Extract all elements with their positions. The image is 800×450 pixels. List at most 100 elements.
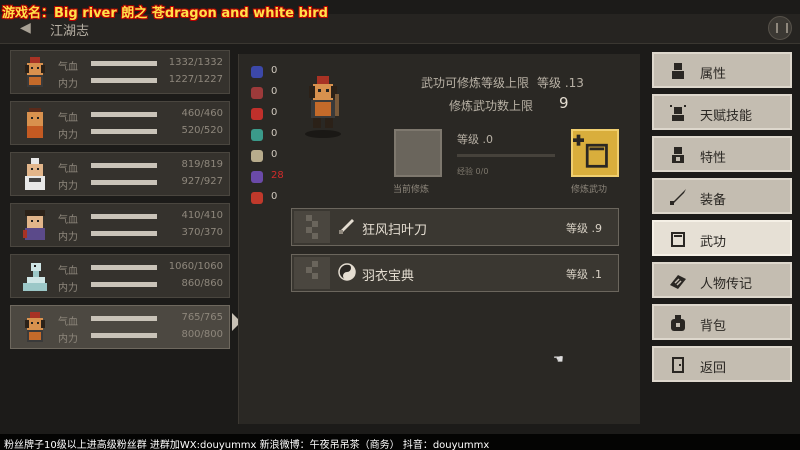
menu-label: 天赋技能 xyxy=(700,109,753,124)
hp-value: 765/765 xyxy=(181,312,223,323)
portrait-5 xyxy=(23,263,47,291)
party-member-5[interactable]: 气血 1060/1060 内力 860/860 xyxy=(10,254,230,298)
hp-label: 气血 xyxy=(58,215,78,226)
resource-value: 0 xyxy=(271,86,278,97)
party-member-6[interactable]: 气血 765/765 内力 800/800 xyxy=(10,305,230,349)
menu-label: 返回 xyxy=(700,361,727,376)
menu-traits[interactable]: 特性 xyxy=(652,136,792,172)
hp-value: 410/410 xyxy=(181,210,223,221)
portrait-6 xyxy=(25,312,45,342)
portrait-2 xyxy=(27,108,43,138)
mp-bar xyxy=(91,333,157,338)
train-skill-button[interactable] xyxy=(571,129,619,177)
hp-label: 气血 xyxy=(58,164,78,175)
hp-bar xyxy=(91,265,157,270)
star-icon xyxy=(251,150,263,162)
mp-label: 内力 xyxy=(58,283,78,294)
teal-skull-icon xyxy=(251,129,263,141)
martial-arts-panel: 0 0 0 0 0 28 0 武功可修炼等级上限 等级 .13 修炼武功数上限 … xyxy=(238,54,640,424)
hp-bar xyxy=(91,214,157,219)
party-member-1[interactable]: 气血 1332/1332 内力 1227/1227 xyxy=(10,50,230,94)
mp-label: 内力 xyxy=(58,232,78,243)
party-member-4[interactable]: 气血 410/410 内力 370/370 xyxy=(10,203,230,247)
fire-icon xyxy=(251,192,263,204)
mp-label: 内力 xyxy=(58,181,78,192)
training-progress-label: 经验 0/0 xyxy=(457,167,489,176)
menu-label: 装备 xyxy=(700,193,727,208)
menu-label: 特性 xyxy=(700,151,727,166)
page-title: 江湖志 xyxy=(50,24,90,39)
blue-skull-icon xyxy=(251,66,263,78)
mp-value: 860/860 xyxy=(181,278,223,289)
blade-icon xyxy=(339,219,354,234)
skill-row-2[interactable]: 羽衣宝典 等级 .1 xyxy=(291,254,619,292)
back-arrow-icon[interactable]: ◀ xyxy=(20,20,31,36)
menu-label: 武功 xyxy=(700,235,727,250)
menu-biography[interactable]: 人物传记 xyxy=(652,262,792,298)
hero-sprite xyxy=(305,76,341,138)
skill-pattern xyxy=(294,211,330,243)
person-icon xyxy=(672,63,684,79)
skill-name: 羽衣宝典 xyxy=(362,269,415,284)
menu-inventory[interactable]: 背包 xyxy=(652,304,792,340)
level-limit-value: 等级 .13 xyxy=(537,76,584,90)
party-member-2[interactable]: 气血 460/460 内力 520/520 xyxy=(10,101,230,145)
resource-value: 0 xyxy=(271,191,278,202)
training-level-label: 等级 .0 xyxy=(457,133,493,146)
hp-bar xyxy=(91,316,157,321)
hp-bar xyxy=(91,163,157,168)
party-member-3[interactable]: 气血 819/819 内力 927/927 xyxy=(10,152,230,196)
resource-item: 0 xyxy=(251,148,291,169)
skill-pattern xyxy=(294,257,330,289)
menu-label: 属性 xyxy=(700,67,727,82)
broken-heart-icon xyxy=(251,87,263,99)
resource-value: 0 xyxy=(271,128,278,139)
skill-row-1[interactable]: 狂风扫叶刀 等级 .9 xyxy=(291,208,619,246)
purple-orb-icon xyxy=(251,171,263,183)
level-limit-label: 武功可修炼等级上限 xyxy=(421,76,530,90)
menu-attributes[interactable]: 属性 xyxy=(652,52,792,88)
menu-martial-arts[interactable]: 武功 xyxy=(652,220,792,256)
skill-level: 等级 .1 xyxy=(566,268,602,281)
menu-label: 人物传记 xyxy=(700,277,753,292)
hp-bar xyxy=(91,61,157,66)
pause-button[interactable] xyxy=(768,16,792,40)
book-icon xyxy=(671,232,685,247)
resource-item: 0 xyxy=(251,106,291,127)
mp-value: 520/520 xyxy=(181,125,223,136)
hp-label: 气血 xyxy=(58,266,78,277)
hp-bar xyxy=(91,112,157,117)
resource-list: 0 0 0 0 0 28 0 xyxy=(251,64,291,211)
portrait-4 xyxy=(23,210,45,240)
mp-bar xyxy=(91,231,157,236)
resource-item: 0 xyxy=(251,85,291,106)
menu-label: 背包 xyxy=(700,319,727,334)
hp-label: 气血 xyxy=(58,113,78,124)
hp-value: 1060/1060 xyxy=(168,261,223,272)
portrait-1 xyxy=(25,57,45,87)
party-list: 气血 1332/1332 内力 1227/1227 气血 460/460 内力 … xyxy=(10,50,232,356)
resource-item: 28 xyxy=(251,169,291,190)
book-plus-icon xyxy=(573,134,608,168)
current-training-slot[interactable] xyxy=(394,129,442,177)
mp-label: 内力 xyxy=(58,130,78,141)
talent-icon xyxy=(670,105,686,121)
skill-level: 等级 .9 xyxy=(566,222,602,235)
hand-cursor-icon: ☚ xyxy=(553,352,564,366)
mp-bar xyxy=(91,129,157,134)
bag-icon xyxy=(671,315,685,331)
resource-value: 0 xyxy=(271,65,278,76)
menu-equipment[interactable]: 装备 xyxy=(652,178,792,214)
mp-label: 内力 xyxy=(58,79,78,90)
menu-talents[interactable]: 天赋技能 xyxy=(652,94,792,130)
hp-value: 819/819 xyxy=(181,159,223,170)
door-icon xyxy=(672,357,684,373)
current-training-label: 当前修炼 xyxy=(393,185,430,195)
portrait-3 xyxy=(25,158,45,190)
menu-return[interactable]: 返回 xyxy=(652,346,792,382)
stream-title: 游戏名：Big river 朗之 苍dragon and white bird xyxy=(2,6,328,21)
skill-name: 狂风扫叶刀 xyxy=(362,223,428,238)
hp-label: 气血 xyxy=(58,317,78,328)
training-progress-bar xyxy=(457,154,555,157)
mp-bar xyxy=(91,180,157,185)
